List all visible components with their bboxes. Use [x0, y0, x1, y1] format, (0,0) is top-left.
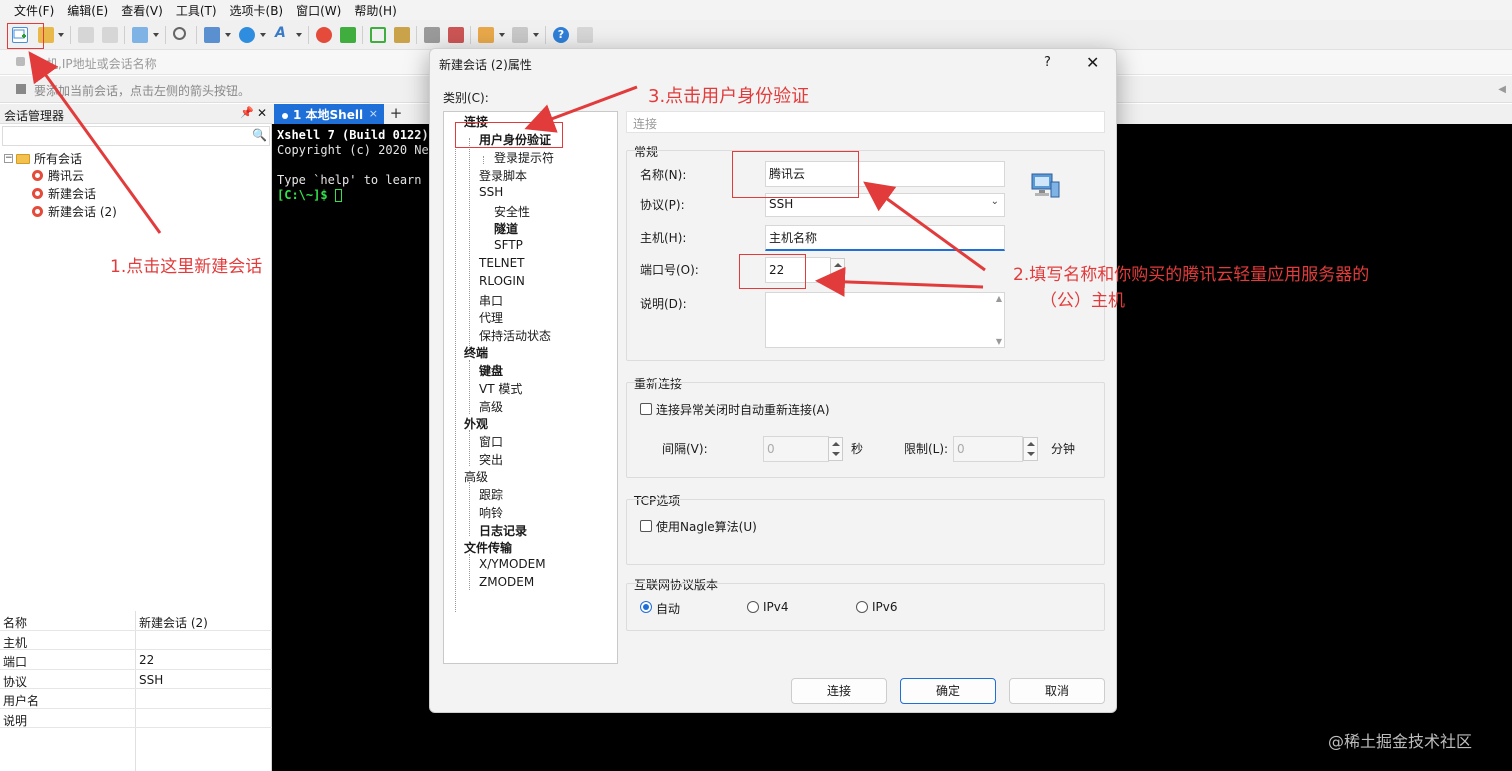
annotation-step2-line1: 2.填写名称和你购买的腾讯云轻量应用服务器的	[1013, 265, 1370, 285]
annotation-step1: 1.点击这里新建会话	[110, 257, 263, 277]
watermark: @稀土掘金技术社区	[1328, 732, 1473, 751]
annotation-step3: 3.点击用户身份验证	[648, 86, 810, 107]
annotation-step2-line2: （公）主机	[1040, 291, 1125, 311]
annotation-arrows	[28, 51, 986, 297]
